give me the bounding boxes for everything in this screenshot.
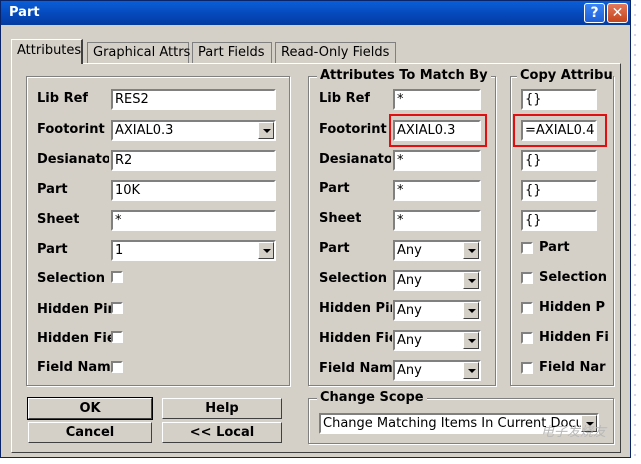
match-hidden-fields-value: Any <box>397 333 422 348</box>
copy-field-names-checkbox[interactable] <box>521 362 533 374</box>
chevron-down-icon[interactable] <box>258 242 274 259</box>
chevron-down-icon[interactable] <box>463 272 479 289</box>
title-bar[interactable]: Part ? ✕ <box>1 1 630 25</box>
selection-label: Selection <box>37 271 106 286</box>
copy-hidden-fields-label: Hidden Fie <box>539 330 609 345</box>
copy-part-label: Part <box>539 240 570 255</box>
match-sheet-label: Sheet <box>319 211 362 226</box>
tab-graphical-attrs[interactable]: Graphical Attrs <box>87 42 190 63</box>
tab-part-fields[interactable]: Part Fields <box>192 42 272 63</box>
cancel-button[interactable]: Cancel <box>28 422 152 443</box>
copy-designator-input[interactable]: {} <box>521 150 597 171</box>
match-sheet-input[interactable]: * <box>393 210 481 231</box>
copy-hidden-fields-checkbox[interactable] <box>521 332 533 344</box>
match-hidden-pins-label: Hidden Pins <box>319 301 392 316</box>
chevron-down-icon[interactable] <box>463 302 479 319</box>
match-selection-combo[interactable]: Any <box>393 270 481 291</box>
lib-ref-label: Lib Ref <box>37 91 89 106</box>
match-hidden-pins-value: Any <box>397 303 422 318</box>
ok-button[interactable]: OK <box>27 397 153 420</box>
chevron-down-icon[interactable] <box>463 362 479 379</box>
copy-hidden-pins-label: Hidden P <box>539 300 606 315</box>
match-part-number-label: Part <box>319 241 350 256</box>
footprint-value: AXIAL0.3 <box>115 123 174 138</box>
footprint-combo[interactable]: AXIAL0.3 <box>111 120 276 141</box>
copy-part-checkbox[interactable] <box>521 242 533 254</box>
match-part-input[interactable]: * <box>393 180 481 201</box>
help-button[interactable]: Help <box>162 398 282 419</box>
match-designator-label: Desianato <box>319 152 391 167</box>
designator-label: Desianato <box>37 152 109 167</box>
footprint-label: Footorint <box>37 122 105 137</box>
part-number-value: 1 <box>115 243 124 258</box>
match-hidden-fields-combo[interactable]: Any <box>393 330 481 351</box>
lib-ref-input[interactable]: RES2 <box>111 89 276 110</box>
part-number-combo[interactable]: 1 <box>111 240 276 261</box>
match-hidden-pins-combo[interactable]: Any <box>393 300 481 321</box>
match-lib-ref-label: Lib Ref <box>319 91 371 106</box>
match-footprint-label: Footorint <box>319 122 387 137</box>
designator-input[interactable]: R2 <box>111 150 276 171</box>
field-names-checkbox[interactable] <box>111 361 123 373</box>
help-icon[interactable]: ? <box>584 3 605 23</box>
copy-sheet-input[interactable]: {} <box>521 210 597 231</box>
highlight-box <box>513 114 607 147</box>
match-part-number-combo[interactable]: Any <box>393 240 481 261</box>
copy-selection-checkbox[interactable] <box>521 272 533 284</box>
sheet-input[interactable]: * <box>111 210 276 231</box>
chevron-down-icon[interactable] <box>463 242 479 259</box>
attributes-to-match-group: Attributes To Match By Lib Ref * Footori… <box>308 68 496 386</box>
match-selection-value: Any <box>397 273 422 288</box>
part-dialog: Part ? ✕ Attributes Graphical Attrs Part… <box>0 0 631 458</box>
chevron-down-icon[interactable] <box>258 122 274 139</box>
close-icon[interactable]: ✕ <box>607 3 628 23</box>
sheet-label: Sheet <box>37 212 80 227</box>
hidden-fields-checkbox[interactable] <box>111 331 123 343</box>
match-part-label: Part <box>319 181 350 196</box>
match-field-names-label: Field Name <box>319 361 392 376</box>
field-names-label: Field Name <box>37 360 111 375</box>
copy-field-names-label: Field Nar <box>539 360 606 375</box>
part-label: Part <box>37 182 68 197</box>
copy-lib-ref-input[interactable]: {} <box>521 89 597 110</box>
part-input[interactable]: 10K <box>111 180 276 201</box>
part-number-label: Part <box>37 242 68 257</box>
match-selection-label: Selection <box>319 271 388 286</box>
hidden-pins-label: Hidden Pins <box>37 302 111 317</box>
copy-hidden-pins-checkbox[interactable] <box>521 302 533 314</box>
window-title: Part <box>9 5 40 20</box>
tab-read-only-fields[interactable]: Read-Only Fields <box>275 42 396 63</box>
copy-attributes-group: Copy Attributes {} =AXIAL0.4} {} {} {} P… <box>510 68 614 386</box>
attributes-group: Lib Ref RES2 Footorint AXIAL0.3 Desianat… <box>26 76 290 386</box>
match-field-names-value: Any <box>397 363 422 378</box>
copy-selection-label: Selection <box>539 270 608 285</box>
match-designator-input[interactable]: * <box>393 150 481 171</box>
watermark: 电子发烧友 <box>541 425 607 440</box>
match-part-number-value: Any <box>397 243 422 258</box>
match-field-names-combo[interactable]: Any <box>393 360 481 381</box>
highlight-box <box>389 114 487 147</box>
local-button[interactable]: << Local <box>162 422 282 443</box>
hidden-fields-label: Hidden Fiel <box>37 331 111 346</box>
tab-attributes[interactable]: Attributes <box>11 39 83 64</box>
match-hidden-fields-label: Hidden Fiel <box>319 331 392 346</box>
copy-group-title: Copy Attributes <box>517 68 613 83</box>
match-group-title: Attributes To Match By <box>317 68 491 83</box>
attributes-pane: Lib Ref RES2 Footorint AXIAL0.3 Desianat… <box>11 63 621 453</box>
hidden-pins-checkbox[interactable] <box>111 302 123 314</box>
change-scope-title: Change Scope <box>317 390 427 405</box>
copy-part-input[interactable]: {} <box>521 180 597 201</box>
selection-checkbox[interactable] <box>111 271 123 283</box>
match-lib-ref-input[interactable]: * <box>393 89 481 110</box>
chevron-down-icon[interactable] <box>463 332 479 349</box>
